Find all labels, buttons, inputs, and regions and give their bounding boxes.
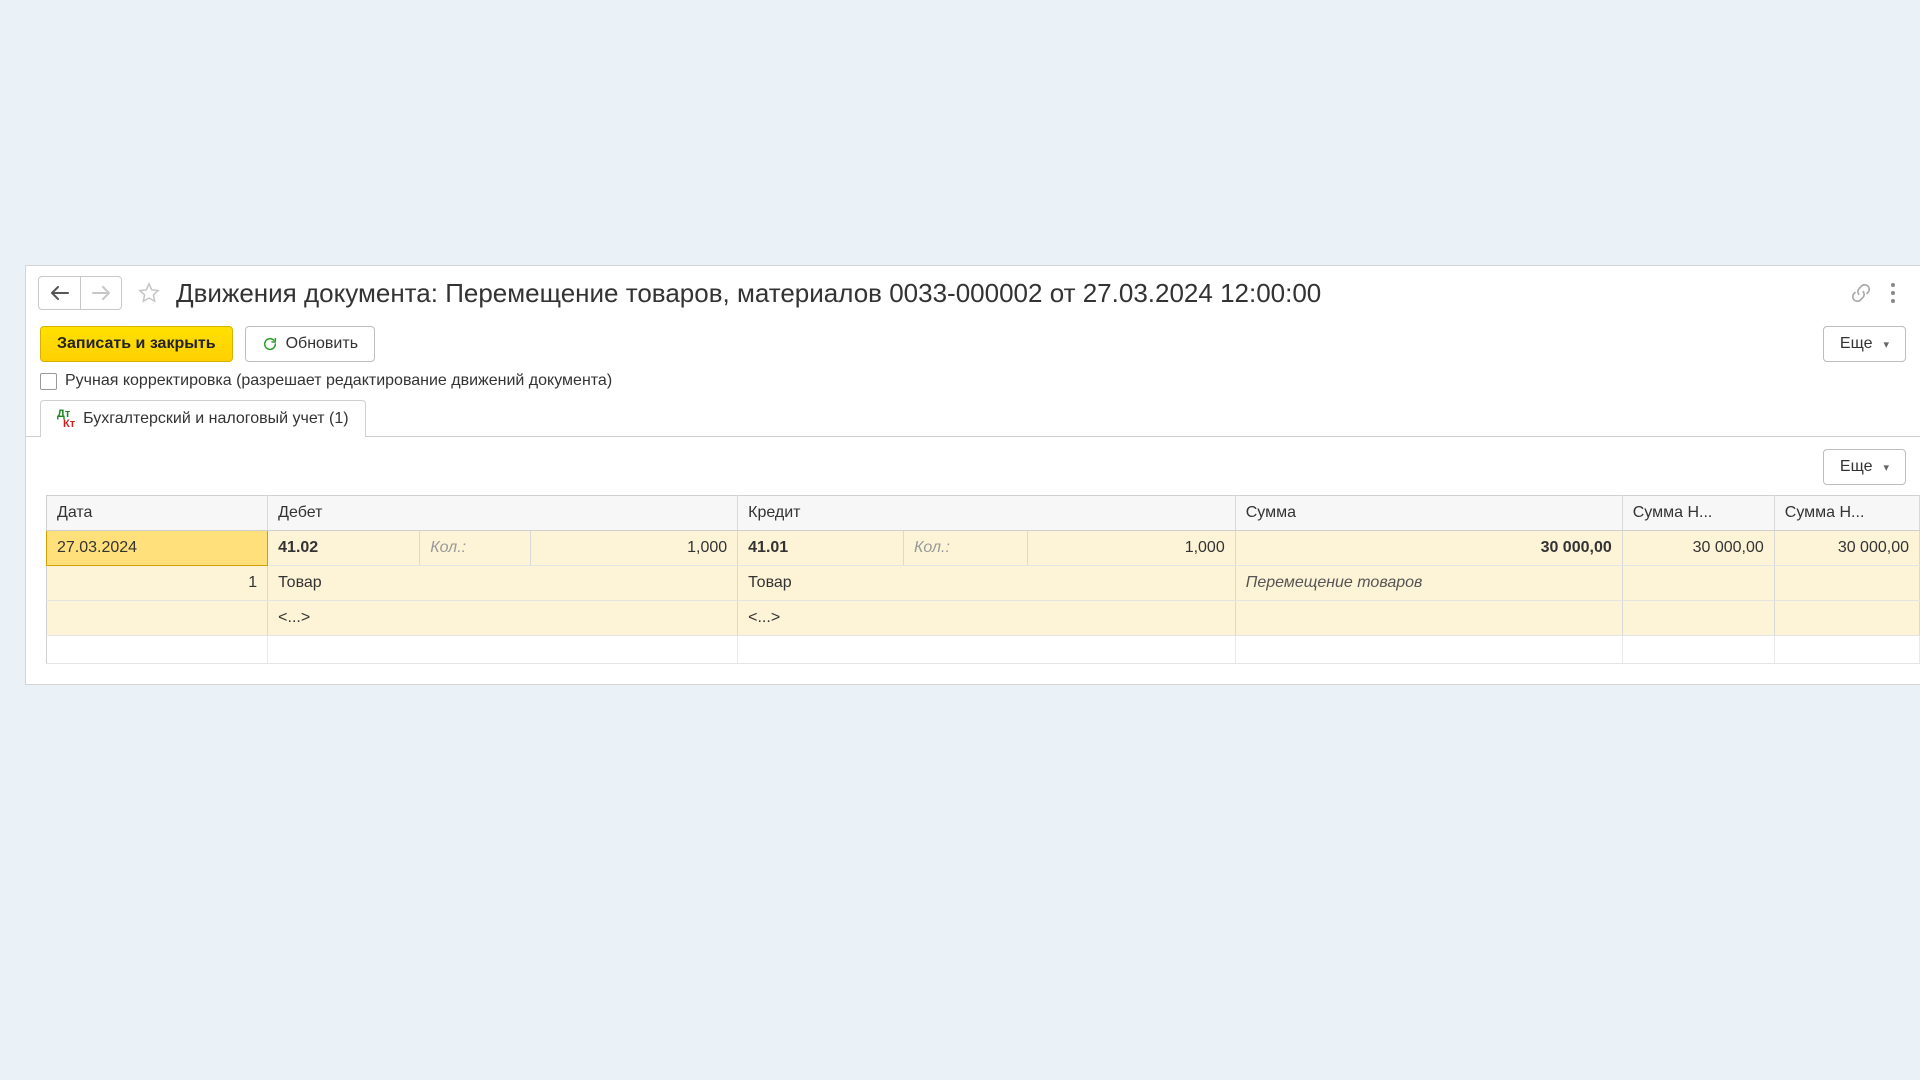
cell-credit-qty-label: Кол.:	[904, 531, 1028, 566]
manual-edit-label: Ручная корректировка (разрешает редактир…	[65, 372, 612, 390]
table-row[interactable]: 1 Товар Товар Перемещение товаров	[47, 566, 1920, 601]
favorite-button[interactable]	[132, 276, 166, 310]
document-movements-window: Движения документа: Перемещение товаров,…	[25, 265, 1920, 685]
tab-accounting-label: Бухгалтерский и налоговый учет (1)	[83, 410, 348, 428]
grid-more-button[interactable]: Еще	[1823, 449, 1906, 485]
arrow-left-icon	[51, 286, 69, 300]
postings-table: Дата Дебет Кредит Сумма Сумма Н... Сумма…	[46, 495, 1920, 664]
main-toolbar: Записать и закрыть Обновить Еще	[26, 322, 1920, 372]
link-icon	[1850, 282, 1872, 304]
col-sum-n2[interactable]: Сумма Н...	[1774, 496, 1919, 531]
window-title: Движения документа: Перемещение товаров,…	[176, 278, 1844, 309]
cell-empty	[1622, 601, 1774, 636]
cell-credit-extra[interactable]: <...>	[738, 601, 1236, 636]
cell-sum-n1[interactable]: 30 000,00	[1622, 531, 1774, 566]
col-debit[interactable]: Дебет	[268, 496, 738, 531]
refresh-button[interactable]: Обновить	[245, 326, 375, 362]
cell-sum-n2[interactable]: 30 000,00	[1774, 531, 1919, 566]
table-header-row: Дата Дебет Кредит Сумма Сумма Н... Сумма…	[47, 496, 1920, 531]
nav-forward-button[interactable]	[80, 276, 122, 310]
dt-kt-icon: ДтКт	[57, 409, 75, 429]
table-row[interactable]: 27.03.2024 41.02 Кол.: 1,000 41.01 Кол.:…	[47, 531, 1920, 566]
titlebar: Движения документа: Перемещение товаров,…	[26, 266, 1920, 322]
cell-empty	[1774, 601, 1919, 636]
more-button[interactable]: Еще	[1823, 326, 1906, 362]
refresh-icon	[262, 336, 278, 352]
refresh-label: Обновить	[286, 335, 358, 353]
cell-sum-desc[interactable]: Перемещение товаров	[1235, 566, 1622, 601]
more-menu-button[interactable]	[1890, 282, 1896, 304]
col-credit[interactable]: Кредит	[738, 496, 1236, 531]
cell-row-num[interactable]: 1	[47, 566, 268, 601]
cell-empty	[1774, 566, 1919, 601]
save-and-close-button[interactable]: Записать и закрыть	[40, 326, 233, 362]
tabs-bar: ДтКт Бухгалтерский и налоговый учет (1)	[26, 400, 1920, 437]
cell-credit-item[interactable]: Товар	[738, 566, 1236, 601]
cell-debit-qty-label: Кол.:	[420, 531, 531, 566]
col-sum[interactable]: Сумма	[1235, 496, 1622, 531]
cell-empty	[47, 601, 268, 636]
cell-empty	[1235, 601, 1622, 636]
tab-accounting[interactable]: ДтКт Бухгалтерский и налоговый учет (1)	[40, 400, 366, 437]
cell-empty	[1622, 566, 1774, 601]
cell-credit-qty[interactable]: 1,000	[1028, 531, 1235, 566]
cell-sum[interactable]: 30 000,00	[1235, 531, 1622, 566]
cell-date[interactable]: 27.03.2024	[47, 531, 268, 566]
titlebar-actions	[1850, 282, 1906, 304]
col-sum-n1[interactable]: Сумма Н...	[1622, 496, 1774, 531]
manual-edit-row: Ручная корректировка (разрешает редактир…	[26, 372, 1920, 400]
col-date[interactable]: Дата	[47, 496, 268, 531]
arrow-right-icon	[92, 286, 110, 300]
grid-toolbar: Еще	[26, 437, 1920, 495]
grid-container: Дата Дебет Кредит Сумма Сумма Н... Сумма…	[26, 495, 1920, 684]
star-icon	[138, 282, 160, 304]
cell-debit-item[interactable]: Товар	[268, 566, 738, 601]
cell-debit-account[interactable]: 41.02	[268, 531, 420, 566]
cell-debit-qty[interactable]: 1,000	[530, 531, 737, 566]
table-blank-row	[47, 636, 1920, 664]
cell-debit-extra[interactable]: <...>	[268, 601, 738, 636]
cell-credit-account[interactable]: 41.01	[738, 531, 904, 566]
manual-edit-checkbox[interactable]	[40, 373, 57, 390]
nav-back-button[interactable]	[38, 276, 80, 310]
nav-buttons	[38, 276, 122, 310]
link-button[interactable]	[1850, 282, 1872, 304]
dots-vertical-icon	[1890, 282, 1896, 304]
table-row[interactable]: <...> <...>	[47, 601, 1920, 636]
